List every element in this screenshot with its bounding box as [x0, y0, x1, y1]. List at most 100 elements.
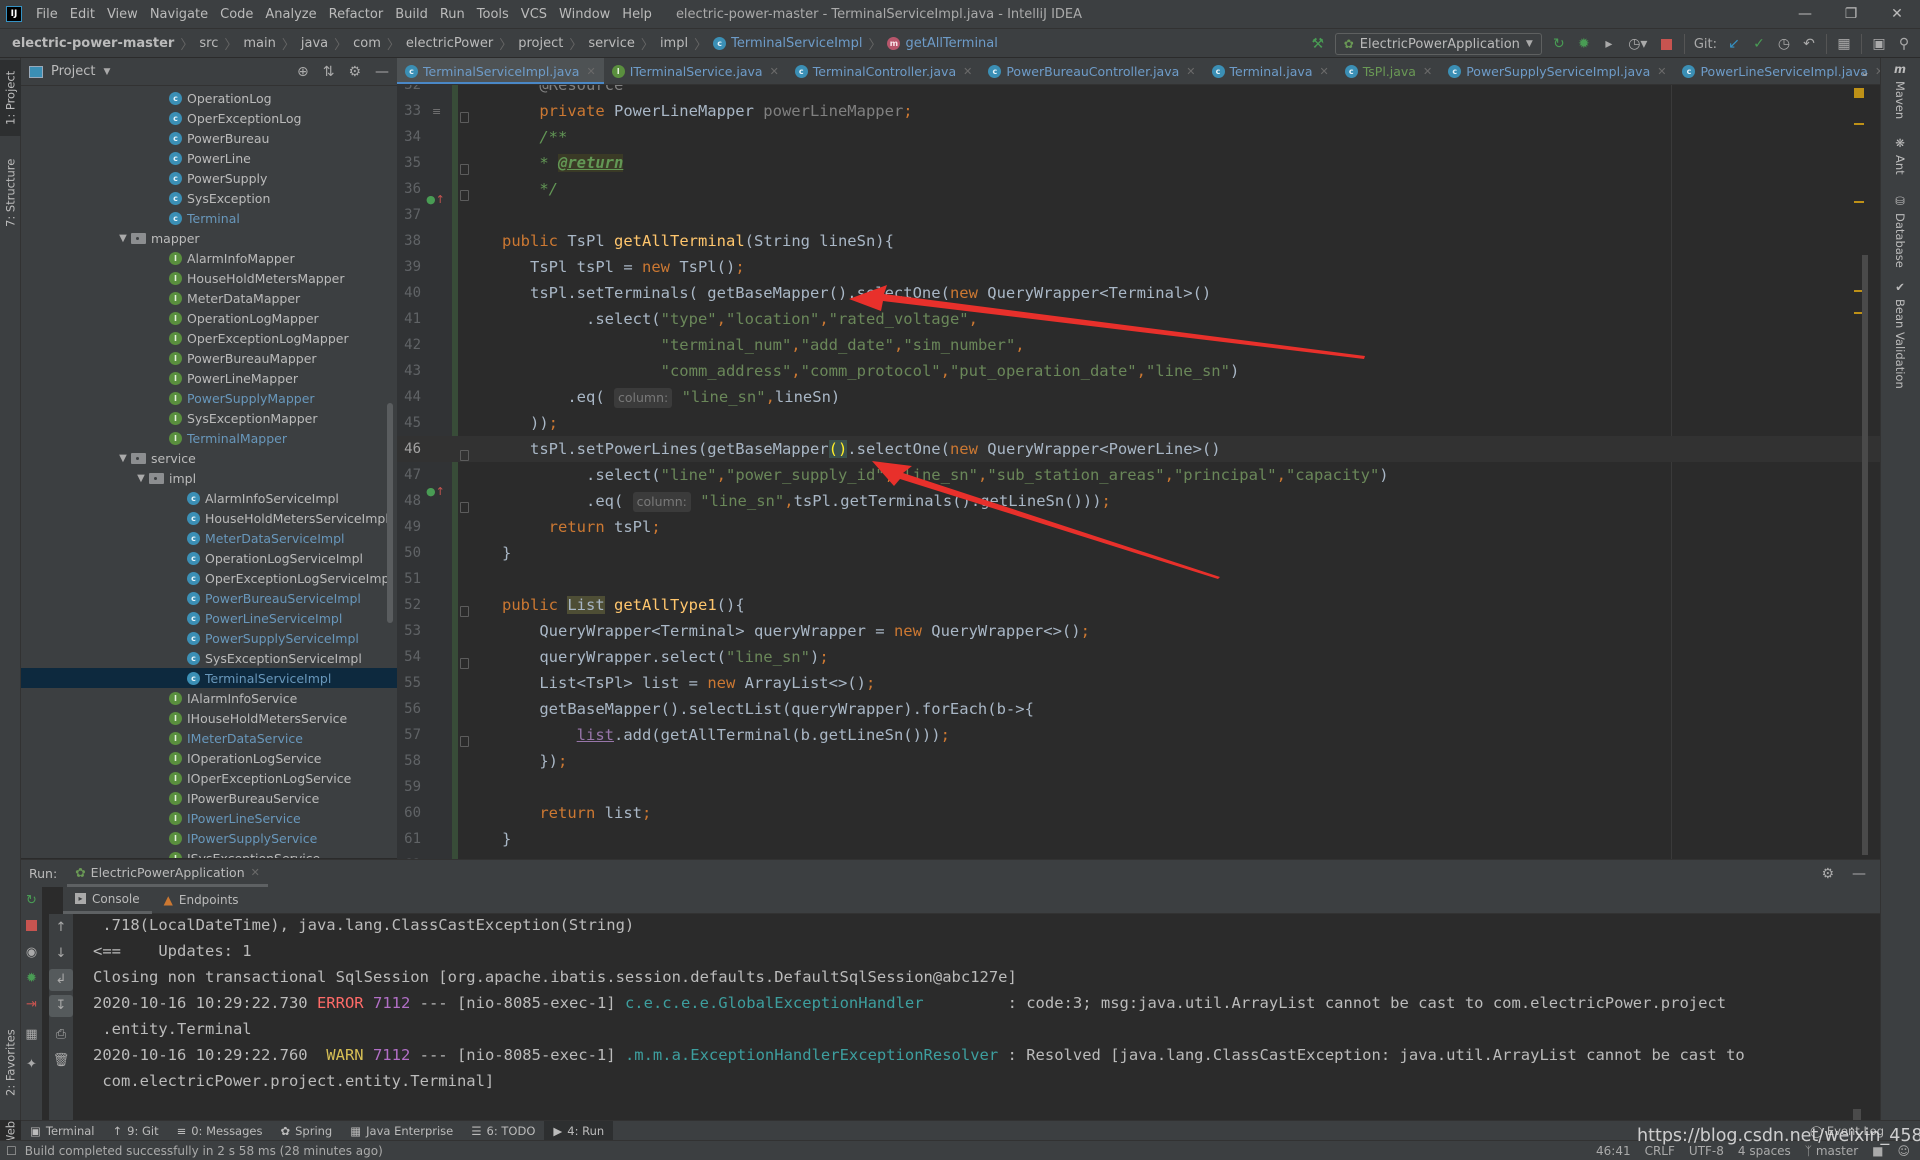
tool-tab-project[interactable]: 1: Project: [0, 60, 21, 136]
breadcrumb-com[interactable]: com: [353, 36, 381, 51]
menu-navigate[interactable]: Navigate: [144, 7, 214, 22]
project-tree-scrollbar[interactable]: [387, 403, 393, 623]
tree-item[interactable]: c OperExceptionLog: [21, 108, 397, 128]
chevron-down-icon[interactable]: ▼: [115, 453, 131, 464]
fold-marker[interactable]: [460, 658, 469, 669]
chevron-down-icon[interactable]: ▼: [115, 233, 131, 244]
close-window-button[interactable]: ✕: [1874, 0, 1920, 28]
fold-marker[interactable]: [460, 502, 469, 513]
breadcrumb-impl[interactable]: impl: [660, 36, 688, 51]
fold-marker[interactable]: [460, 190, 469, 201]
editor-tab[interactable]: c PowerSupplyServiceImpl.java ✕: [1440, 58, 1674, 84]
tree-item[interactable]: I OperationLogMapper: [21, 308, 397, 328]
arrow-down-icon[interactable]: ↓: [49, 943, 73, 965]
history-icon[interactable]: ◷: [1776, 36, 1792, 52]
breadcrumb-main[interactable]: main: [243, 36, 275, 51]
tree-item[interactable]: I PowerSupplyMapper: [21, 388, 397, 408]
soft-wrap-icon[interactable]: ↲: [49, 969, 73, 991]
project-structure-icon[interactable]: ▦: [1836, 36, 1852, 52]
run-configuration-select[interactable]: ✿ ElectricPowerApplication ▼: [1334, 33, 1542, 55]
hide-panel-icon[interactable]: —: [375, 64, 389, 80]
presentation-icon[interactable]: ▣: [1871, 36, 1887, 52]
tree-item[interactable]: I TerminalMapper: [21, 428, 397, 448]
rollback-icon[interactable]: ↶: [1801, 36, 1817, 52]
tool-tab-favorites[interactable]: 2: Favorites: [0, 1018, 21, 1108]
bottom-tab-spring[interactable]: ✿ Spring: [271, 1121, 341, 1141]
tree-item[interactable]: c HouseHoldMetersServiceImpl: [21, 508, 397, 528]
run-tab-electricpowerapplication[interactable]: ✿ ElectricPowerApplication ✕: [67, 860, 268, 887]
console-output[interactable]: com.electricPower.project.entity.Termina…: [81, 914, 1861, 1121]
code-editor[interactable]: 32 @Resource 33 private PowerLineMapper p…: [397, 85, 1880, 859]
lock-icon[interactable]: ■: [1872, 1144, 1883, 1158]
stop-icon[interactable]: [1659, 36, 1675, 52]
tree-item[interactable]: I IAlarmInfoService: [21, 688, 397, 708]
tree-item[interactable]: c OperExceptionLogServiceImpl: [21, 568, 397, 588]
menu-code[interactable]: Code: [214, 7, 259, 22]
search-icon[interactable]: ⚲: [1896, 36, 1912, 52]
tree-item[interactable]: I HouseHoldMetersMapper: [21, 268, 397, 288]
close-icon[interactable]: ✕: [1657, 65, 1666, 78]
tree-item[interactable]: c PowerBureauServiceImpl: [21, 588, 397, 608]
tree-item[interactable]: I AlarmInfoMapper: [21, 248, 397, 268]
camera-icon[interactable]: ◉: [21, 945, 42, 960]
chevron-down-icon[interactable]: ▼: [103, 67, 110, 77]
editor-tab[interactable]: c Terminal.java ✕: [1204, 58, 1337, 84]
fold-marker[interactable]: [460, 450, 469, 461]
hammer-icon[interactable]: ⚒: [1310, 36, 1326, 52]
tree-item[interactable]: I OperExceptionLogMapper: [21, 328, 397, 348]
fold-marker[interactable]: [460, 112, 469, 123]
status-message[interactable]: Build completed successfully in 2 s 58 m…: [25, 1144, 383, 1158]
arrow-up-icon[interactable]: ↑: [49, 917, 73, 939]
bottom-tab-java-enterprise[interactable]: ▦ Java Enterprise: [341, 1121, 462, 1141]
git-update-icon[interactable]: ↙: [1726, 36, 1742, 52]
tool-tab-ant[interactable]: ❋ Ant: [1893, 136, 1907, 175]
tree-item[interactable]: I IMeterDataService: [21, 728, 397, 748]
doc-render-icon[interactable]: ≡: [432, 105, 441, 118]
implements-gutter-icon[interactable]: ●↑: [426, 485, 445, 498]
tree-item[interactable]: I IPowerBureauService: [21, 788, 397, 808]
fold-marker[interactable]: [460, 606, 469, 617]
tree-item[interactable]: ▼ mapper: [21, 228, 397, 248]
rerun-icon[interactable]: ↻: [21, 893, 42, 908]
tree-item[interactable]: I PowerLineMapper: [21, 368, 397, 388]
editor-tab[interactable]: c TsPl.java ✕: [1337, 58, 1440, 84]
gear-icon[interactable]: ⚙: [1821, 866, 1834, 882]
tree-item[interactable]: I IPowerLineService: [21, 808, 397, 828]
collapse-all-icon[interactable]: ⇅: [323, 64, 335, 80]
tree-item[interactable]: ▼ service: [21, 448, 397, 468]
tree-item[interactable]: c PowerSupply: [21, 168, 397, 188]
git-commit-icon[interactable]: ✓: [1751, 36, 1767, 52]
tree-item[interactable]: I ISysExceptionService: [21, 848, 397, 858]
trash-icon[interactable]: 🗑: [49, 1050, 73, 1072]
tree-item[interactable]: c PowerSupplyServiceImpl: [21, 628, 397, 648]
editor-tab[interactable]: I ITerminalService.java ✕: [604, 58, 787, 84]
bottom-tab-0-messages[interactable]: ≡ 0: Messages: [168, 1121, 272, 1141]
close-icon[interactable]: ✕: [1186, 65, 1195, 78]
hide-panel-icon[interactable]: —: [1852, 866, 1866, 882]
git-branch[interactable]: ᛉ master: [1805, 1144, 1858, 1158]
menu-file[interactable]: File: [30, 7, 64, 22]
line-separator[interactable]: CRLF: [1645, 1144, 1675, 1158]
tool-tab-bean-validation[interactable]: ✔ Bean Validation: [1893, 280, 1907, 389]
status-panel-icon[interactable]: ☐: [6, 1144, 17, 1158]
warning-stripe[interactable]: [1854, 123, 1864, 125]
tree-item[interactable]: c SysExceptionServiceImpl: [21, 648, 397, 668]
scroll-to-end-icon[interactable]: ↧: [49, 995, 73, 1017]
tool-tab-maven[interactable]: m Maven: [1893, 62, 1907, 119]
breadcrumb-root[interactable]: electric-power-master: [12, 36, 174, 51]
profile-icon[interactable]: ◷▾: [1626, 36, 1650, 52]
tree-item[interactable]: c PowerBureau: [21, 128, 397, 148]
pin-icon[interactable]: ✦: [21, 1057, 42, 1072]
close-icon[interactable]: ✕: [770, 65, 779, 78]
tree-item[interactable]: I IPowerSupplyService: [21, 828, 397, 848]
menu-vcs[interactable]: VCS: [515, 7, 553, 22]
caret-position[interactable]: 46:41: [1596, 1144, 1631, 1158]
bottom-tab-6-todo[interactable]: ☰ 6: TODO: [462, 1121, 544, 1141]
tree-item[interactable]: c OperationLogServiceImpl: [21, 548, 397, 568]
debug-attach-icon[interactable]: ✹: [21, 971, 42, 986]
bottom-tab-terminal[interactable]: ▣ Terminal: [21, 1121, 103, 1141]
close-icon[interactable]: ✕: [586, 65, 595, 78]
tree-item[interactable]: c SysException: [21, 188, 397, 208]
gear-icon[interactable]: ⚙: [348, 64, 361, 80]
editor-tab[interactable]: c TerminalController.java ✕: [787, 58, 981, 84]
